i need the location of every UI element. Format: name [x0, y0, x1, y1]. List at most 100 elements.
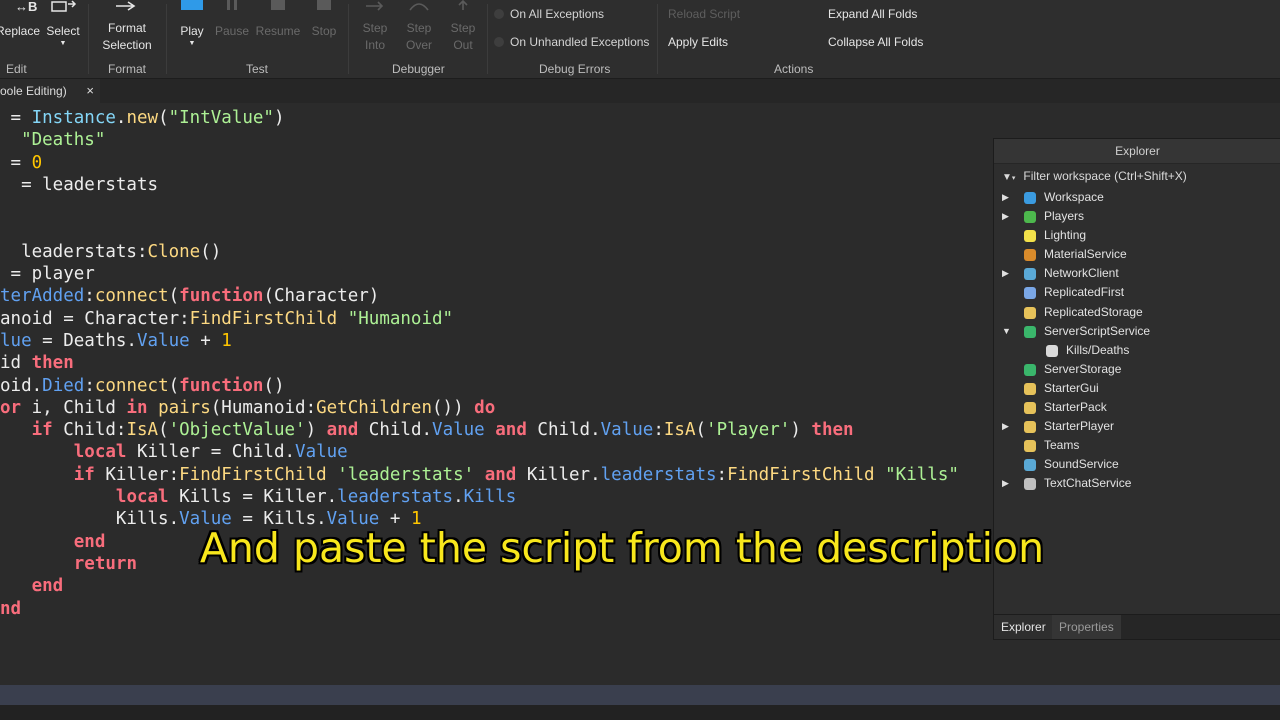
code-line[interactable]: "Deaths": [0, 129, 959, 151]
code-line[interactable]: id then: [0, 352, 959, 374]
replace-icon: ↔B: [11, 0, 40, 14]
explorer-item[interactable]: ▶ Workspace: [994, 188, 1280, 207]
reload-script-button[interactable]: Reload Script: [668, 7, 740, 21]
service-icon: [1024, 440, 1036, 453]
code-token: i, Child: [21, 397, 127, 418]
explorer-item-label: NetworkClient: [1044, 266, 1119, 281]
explorer-item[interactable]: SoundService: [994, 455, 1280, 474]
resume-icon: [263, 0, 293, 14]
code-line[interactable]: = player: [0, 263, 959, 285]
explorer-item-label: Workspace: [1044, 190, 1104, 204]
explorer-item[interactable]: ▼ ServerScriptService: [994, 322, 1280, 341]
code-token: 'ObjectValue': [168, 420, 306, 441]
explorer-item-label: ReplicatedStorage: [1044, 304, 1143, 319]
on-unhandled-exceptions-toggle[interactable]: On Unhandled Exceptions: [494, 35, 649, 49]
code-line[interactable]: if Killer:FindFirstChild 'leaderstats' a…: [0, 464, 959, 486]
code-line[interactable]: = Instance.new("IntValue"): [0, 107, 959, 129]
explorer-item-label: StarterPack: [1044, 400, 1107, 415]
on-unhandled-exceptions-label: On Unhandled Exceptions: [510, 35, 650, 49]
code-line[interactable]: nd: [0, 598, 959, 620]
replace-button[interactable]: ↔B Replace: [0, 0, 40, 54]
explorer-item[interactable]: ▶ TextChatService: [994, 474, 1280, 493]
step-over-button[interactable]: Step Over: [400, 0, 438, 56]
code-token: ): [273, 108, 285, 128]
step-over-icon: [404, 0, 434, 14]
step-out-button[interactable]: Step Out: [444, 0, 482, 56]
group-divider: [88, 4, 89, 74]
code-line[interactable]: = leaderstats: [0, 174, 959, 196]
explorer-item[interactable]: ReplicatedFirst: [994, 283, 1280, 302]
explorer-item[interactable]: Teams: [994, 436, 1280, 455]
explorer-item[interactable]: Lighting: [994, 226, 1280, 245]
service-icon: [1046, 344, 1058, 357]
code-line[interactable]: if Child:IsA('ObjectValue') and Child.Va…: [0, 419, 959, 441]
code-line[interactable]: leaderstats:Clone(): [0, 241, 959, 263]
service-icon: [1024, 402, 1036, 415]
service-icon: [1024, 459, 1036, 472]
service-icon: [1024, 287, 1036, 300]
explorer-item[interactable]: ReplicatedStorage: [994, 303, 1280, 322]
resume-button[interactable]: Resume: [254, 0, 302, 40]
script-tab[interactable]: oole Editing) ×: [0, 79, 100, 103]
code-line[interactable]: local Kills = Killer.leaderstats.Kills: [0, 486, 959, 508]
code-line[interactable]: terAdded:connect(function(Character): [0, 285, 959, 307]
code-line[interactable]: local Killer = Child.Value: [0, 441, 959, 463]
code-line[interactable]: end: [0, 575, 959, 597]
script-tab-label: oole Editing): [0, 84, 67, 98]
code-line[interactable]: or i, Child in pairs(Humanoid:GetChildre…: [0, 397, 959, 419]
code-token: Clone: [147, 241, 201, 262]
stop-button[interactable]: Stop: [306, 0, 342, 40]
explorer-item[interactable]: StarterGui: [994, 379, 1280, 398]
expand-arrow-icon[interactable]: ▶: [1002, 474, 1009, 493]
explorer-item[interactable]: MaterialService: [994, 245, 1280, 264]
step-into-icon: [360, 0, 390, 14]
filter-workspace-input[interactable]: ▼▾ Filter workspace (Ctrl+Shift+X): [994, 164, 1280, 188]
code-token: FindFirstChild: [179, 464, 327, 485]
code-line[interactable]: anoid = Character:FindFirstChild "Humano…: [0, 308, 959, 330]
group-divider: [166, 4, 167, 74]
stop-icon: [309, 0, 339, 14]
code-line[interactable]: lue = Deaths.Value + 1: [0, 330, 959, 352]
code-token: :: [653, 420, 664, 441]
explorer-item[interactable]: ▶ Players: [994, 207, 1280, 226]
collapse-all-folds-button[interactable]: Collapse All Folds: [828, 35, 923, 49]
on-all-exceptions-toggle[interactable]: On All Exceptions: [494, 7, 604, 21]
expand-arrow-icon[interactable]: ▶: [1002, 188, 1009, 207]
collapse-arrow-icon[interactable]: ▼: [1002, 322, 1011, 341]
code-line[interactable]: oid.Died:connect(function(): [0, 375, 959, 397]
select-label: Select: [46, 24, 80, 38]
tab-properties[interactable]: Properties: [1052, 615, 1121, 639]
expand-all-folds-button[interactable]: Expand All Folds: [828, 7, 917, 21]
explorer-item[interactable]: StarterPack: [994, 398, 1280, 417]
code-token: :: [716, 464, 728, 485]
expand-arrow-icon[interactable]: ▶: [1002, 264, 1009, 283]
play-button[interactable]: Play ▼: [176, 0, 208, 56]
code-line[interactable]: = 0: [0, 152, 959, 174]
explorer-item-label: StarterPlayer: [1044, 419, 1115, 434]
group-divider: [487, 4, 488, 74]
code-token: = leaderstats: [0, 174, 159, 195]
service-icon: [1024, 268, 1036, 281]
pause-button[interactable]: Pause: [214, 0, 250, 40]
expand-arrow-icon[interactable]: ▶: [1002, 207, 1009, 226]
explorer-item[interactable]: ▶ StarterPlayer: [994, 417, 1280, 436]
radio-icon: [494, 9, 504, 19]
code-line[interactable]: [0, 218, 959, 240]
select-button[interactable]: Select ▼: [42, 0, 84, 54]
format-selection-button[interactable]: Format Selection: [94, 0, 160, 56]
code-token: Value: [295, 442, 348, 463]
apply-edits-button[interactable]: Apply Edits: [668, 35, 728, 49]
code-line[interactable]: [0, 196, 959, 218]
close-icon[interactable]: ×: [86, 79, 94, 103]
code-token: = player: [0, 264, 95, 285]
code-token: in: [126, 397, 148, 418]
expand-arrow-icon[interactable]: ▶: [1002, 417, 1009, 436]
explorer-item[interactable]: Kills/Deaths: [994, 341, 1280, 360]
explorer-item[interactable]: ServerStorage: [994, 360, 1280, 379]
tab-explorer[interactable]: Explorer: [994, 615, 1053, 639]
explorer-item[interactable]: ▶ NetworkClient: [994, 264, 1280, 283]
step-into-button[interactable]: Step Into: [356, 0, 394, 56]
